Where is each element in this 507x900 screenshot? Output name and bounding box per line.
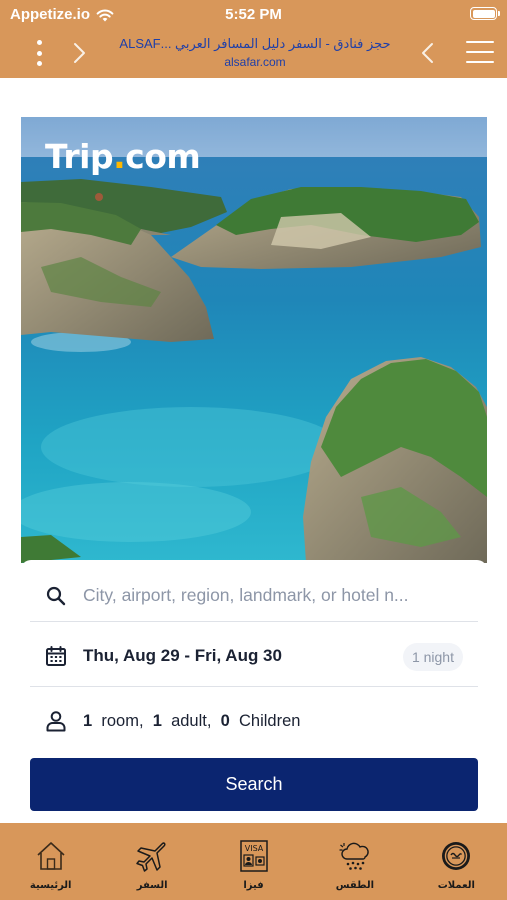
rooms-count: 1 (83, 711, 93, 730)
hamburger-menu-icon[interactable] (466, 41, 494, 63)
tab-travel[interactable]: السفر (101, 823, 202, 900)
bottom-tab-bar: الرئيسية السفر VISA فيزا الطقس العملات (0, 823, 507, 900)
coastal-cliffs-illustration (21, 117, 487, 563)
top-bar: Appetize.io 5:52 PM حجز فنادق - السفر دل… (0, 0, 507, 78)
status-time: 5:52 PM (225, 6, 282, 23)
tab-label: الطقس (335, 880, 375, 891)
tab-weather[interactable]: الطقس (304, 823, 405, 900)
rooms-label: room, (101, 711, 144, 730)
tab-label: الرئيسية (29, 880, 72, 891)
tab-visa[interactable]: VISA فيزا (203, 823, 304, 900)
currency-icon (442, 842, 471, 870)
date-picker-field[interactable]: Thu, Aug 29 - Fri, Aug 30 1 night (30, 625, 478, 687)
trip-logo: Trip.com (45, 137, 201, 176)
logo-suffix: com (125, 137, 201, 176)
page-title: حجز فنادق - السفر دليل المسافر العربي ..… (119, 36, 391, 51)
destination-search-field[interactable]: City, airport, region, landmark, or hote… (30, 570, 478, 622)
tab-currency[interactable]: العملات (406, 823, 507, 900)
forward-arrow-icon[interactable] (66, 40, 92, 66)
browser-nav: حجز فنادق - السفر دليل المسافر العربي ..… (0, 28, 507, 78)
tab-label: العملات (437, 880, 475, 891)
hero-image: Trip.com (21, 117, 487, 563)
more-options-icon[interactable] (30, 40, 48, 66)
booking-card: Trip.com City, airport, region, landmark… (21, 117, 487, 823)
logo-text: Trip (45, 137, 114, 176)
booking-form: City, airport, region, landmark, or hote… (21, 560, 487, 823)
weather-icon (339, 842, 369, 870)
battery-icon (470, 7, 500, 20)
person-icon (46, 711, 66, 732)
tab-label: فيزا (243, 880, 264, 891)
children-count: 0 (220, 711, 230, 730)
guests-field[interactable]: 1 room, 1 adult, 0 Children (30, 690, 478, 752)
adults-label: adult, (171, 711, 212, 730)
selected-dates: Thu, Aug 29 - Fri, Aug 30 (83, 645, 282, 665)
visa-icon: VISA (239, 840, 268, 872)
tab-home[interactable]: الرئيسية (0, 823, 101, 900)
children-label: Children (238, 711, 301, 730)
logo-dot: . (113, 137, 126, 176)
search-icon (46, 586, 66, 605)
calendar-icon (46, 645, 66, 666)
guests-summary: 1 room, 1 adult, 0 Children (83, 712, 300, 731)
search-placeholder: City, airport, region, landmark, or hote… (83, 585, 409, 605)
status-bar: Appetize.io 5:52 PM (0, 0, 507, 28)
adults-count: 1 (152, 711, 162, 730)
nights-badge: 1 night (402, 643, 463, 671)
home-icon (37, 842, 65, 870)
search-button[interactable]: Search (30, 758, 478, 811)
page-url: alsafar.com (224, 55, 286, 69)
airplane-icon (136, 842, 166, 872)
svg-text:VISA: VISA (244, 844, 263, 853)
back-arrow-icon[interactable] (415, 40, 441, 66)
tab-label: السفر (136, 880, 168, 891)
